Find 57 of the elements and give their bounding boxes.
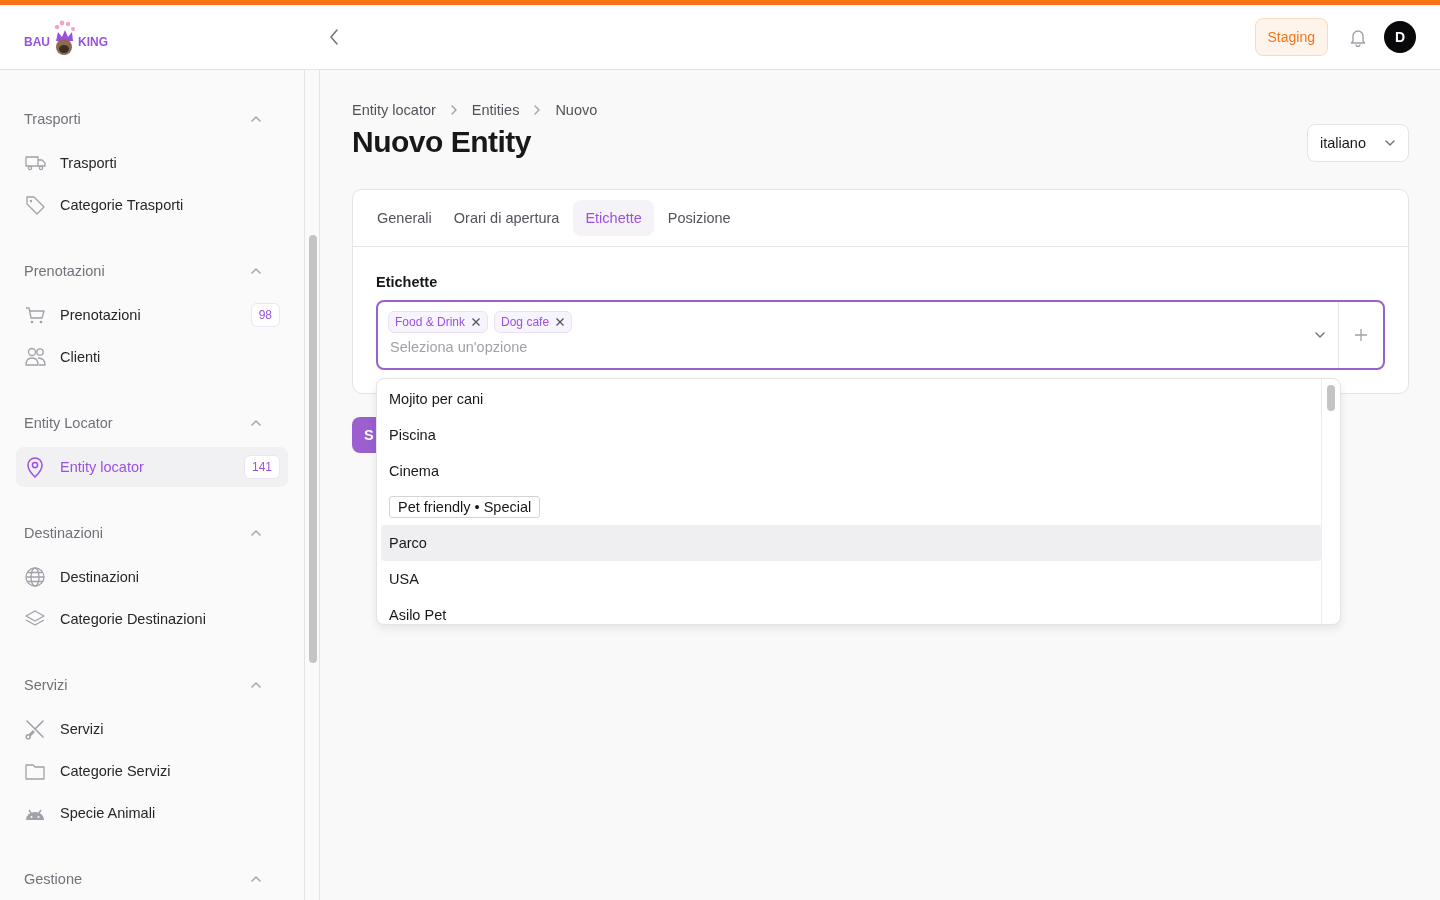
users-icon (24, 346, 46, 368)
sidebar-item[interactable]: Destinazioni (16, 557, 288, 597)
search-input[interactable]: Seleziona un'opzione (388, 339, 1292, 355)
section-header[interactable]: Entity Locator (0, 401, 304, 445)
location-pin-icon (24, 456, 46, 478)
logo-text: KING (78, 35, 108, 49)
sidebar-item[interactable]: Trasporti (16, 143, 288, 183)
page-title: Nuovo Entity (352, 125, 531, 159)
user-avatar[interactable]: D (1384, 21, 1416, 53)
option-tag: Pet friendly • Special (389, 496, 541, 518)
notification-bell-icon[interactable] (1348, 27, 1368, 47)
dropdown-option[interactable]: USA (381, 561, 1321, 597)
dropdown-option[interactable]: Mojito per cani (381, 381, 1321, 417)
globe-icon (24, 566, 46, 588)
scrollbar-thumb[interactable] (309, 235, 317, 663)
close-icon[interactable] (471, 317, 482, 327)
count-badge: 141 (243, 455, 280, 479)
dropdown-option[interactable]: Parco (381, 525, 1321, 561)
tab[interactable]: Generali (369, 200, 440, 236)
dropdown-option[interactable]: Piscina (381, 417, 1321, 453)
section-header[interactable]: Trasporti (0, 97, 304, 141)
scrollbar-thumb[interactable] (1327, 385, 1335, 411)
section-header[interactable]: Gestione (0, 857, 304, 900)
tag-select[interactable]: Food & Drink Dog cafe Seleziona un'opzione (376, 300, 1385, 370)
sidebar-item[interactable]: Entity locator 141 (16, 447, 288, 487)
close-icon[interactable] (555, 317, 566, 327)
tag-label: Food & Drink (395, 315, 466, 329)
language-select[interactable]: italiano (1307, 124, 1409, 162)
sidebar-item[interactable]: Servizi (16, 709, 288, 749)
tools-icon (24, 718, 46, 740)
tag-icon (24, 194, 46, 216)
sidebar-item[interactable]: Clienti (16, 337, 288, 377)
dropdown-option[interactable]: Asilo Pet (381, 597, 1321, 624)
chevron-right-icon (449, 104, 458, 116)
section-header[interactable]: Servizi (0, 663, 304, 707)
logo-text: BAU (24, 35, 50, 49)
sidebar-item[interactable]: Categorie Servizi (16, 751, 288, 791)
tab[interactable]: Etichette (573, 200, 654, 236)
section-header[interactable]: Prenotazioni (0, 249, 304, 293)
dropdown-option[interactable]: Cinema (381, 453, 1321, 489)
cart-icon (24, 304, 46, 326)
sidebar-item[interactable]: Categorie Destinazioni (16, 599, 288, 639)
dropdown-option[interactable]: Pet friendly • Special (381, 489, 1321, 525)
breadcrumb-link[interactable]: Entity locator (352, 102, 436, 118)
field-label: Etichette (376, 274, 439, 290)
breadcrumb-link[interactable]: Entities (471, 102, 520, 118)
plus-icon (1354, 328, 1368, 342)
sidebar-item[interactable]: Prenotazioni 98 (16, 295, 288, 335)
chevron-right-icon (533, 104, 542, 116)
collapse-sidebar-icon[interactable] (328, 28, 340, 46)
sidebar-item[interactable]: Categorie Trasporti (16, 185, 288, 225)
tab[interactable]: Posizione (659, 200, 739, 236)
sidebar-item[interactable]: Specie Animali (16, 793, 288, 833)
tab[interactable]: Orari di apertura (445, 200, 568, 236)
tag-label: Dog cafe (501, 315, 550, 329)
count-badge: 98 (250, 303, 280, 327)
section-header[interactable]: Destinazioni (0, 511, 304, 555)
